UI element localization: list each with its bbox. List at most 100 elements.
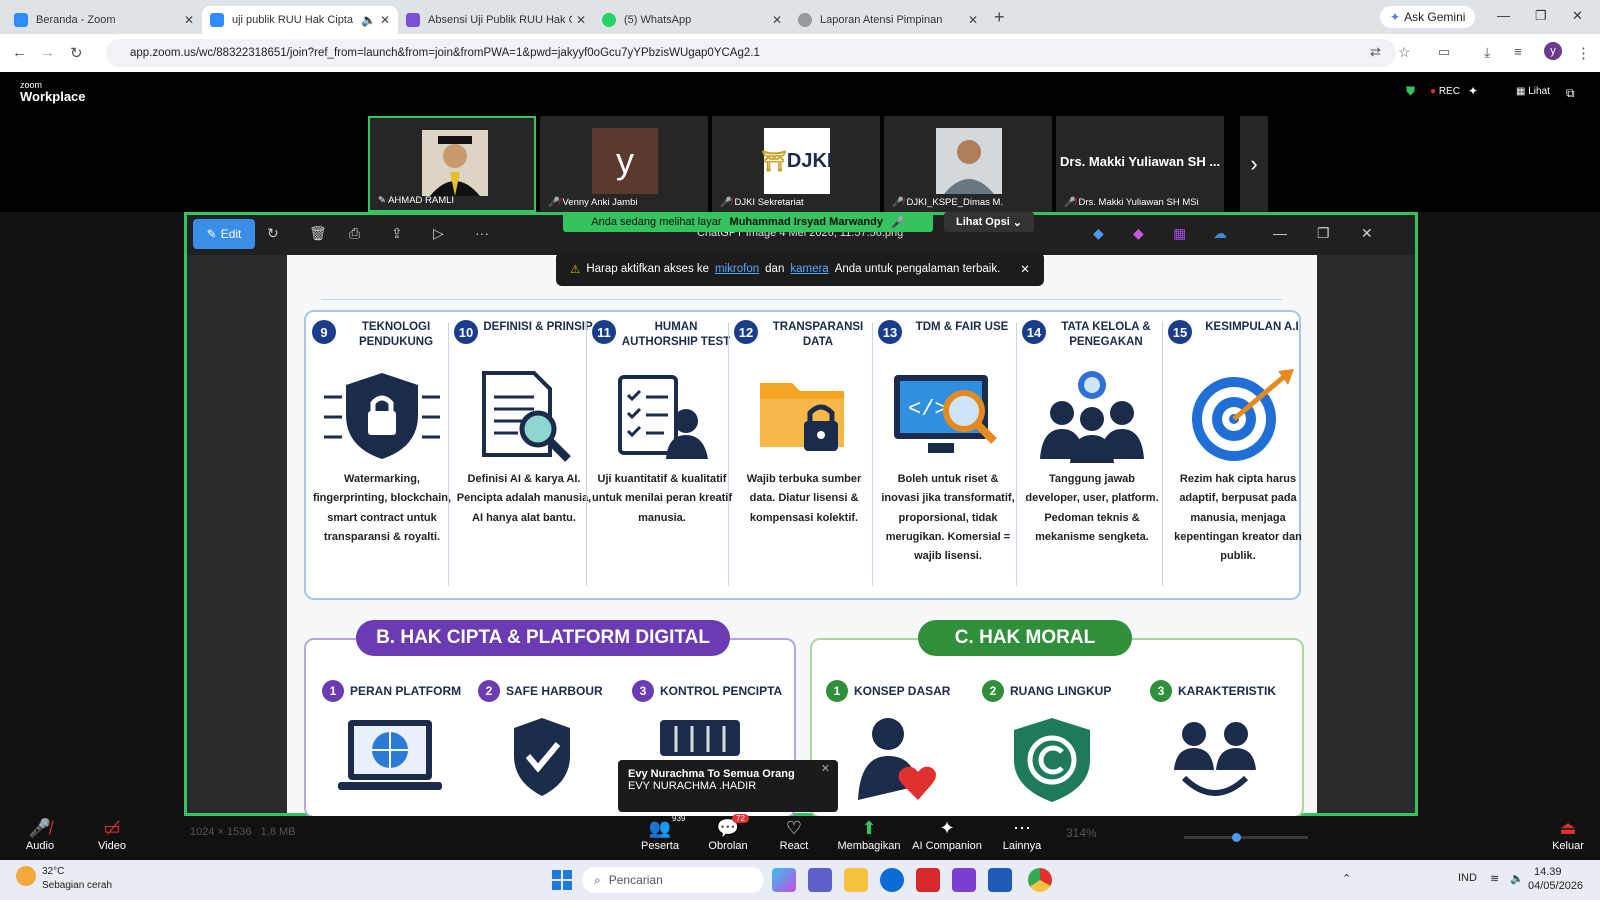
participant-tile[interactable]: Drs. Makki Yuliawan SH ... 🎤̸ Drs. Makki… bbox=[1056, 116, 1224, 212]
more-options-icon[interactable]: ··· bbox=[475, 225, 489, 241]
slideshow-icon[interactable]: ▷ bbox=[433, 225, 444, 242]
translate-icon[interactable]: ⇄ bbox=[1370, 44, 1381, 60]
close-warning-icon[interactable]: ✕ bbox=[1020, 262, 1030, 276]
app-icon[interactable]: ◆ bbox=[1093, 225, 1104, 242]
card-number: 11 bbox=[592, 320, 616, 344]
view-button[interactable]: ▦ Lihat bbox=[1516, 86, 1550, 97]
control-panel-icon bbox=[660, 720, 740, 756]
volume-icon[interactable]: 🔈 bbox=[1510, 872, 1524, 885]
hp-icon[interactable] bbox=[880, 868, 904, 892]
djki-logo: ⛩ DJKI bbox=[762, 128, 832, 194]
zoom-header bbox=[0, 72, 1600, 114]
popout-icon[interactable]: ⧉ bbox=[1566, 86, 1575, 101]
viewer-maximize-icon[interactable]: ❐ bbox=[1317, 225, 1330, 242]
ai-sparkle-icon[interactable]: ✦ bbox=[1468, 84, 1478, 98]
language-indicator[interactable]: IND bbox=[1458, 872, 1477, 884]
chat-notification[interactable]: Evy Nurachma To Semua Orang EVY NURACHMA… bbox=[618, 760, 838, 812]
svg-text:</>: </> bbox=[908, 397, 948, 422]
gemini-sparkle-icon: ✦ bbox=[1390, 10, 1401, 24]
word-icon[interactable] bbox=[988, 868, 1012, 892]
close-tab-icon[interactable]: ✕ bbox=[968, 13, 978, 27]
close-window-button[interactable]: ✕ bbox=[1572, 8, 1583, 24]
section-b-item: 3 KONTROL PENCIPTA bbox=[632, 680, 782, 702]
participant-tile[interactable]: ✎ AHMAD RAMLI bbox=[368, 116, 536, 212]
tab-uji-publik[interactable]: uji publik RUU Hak Cipta 🔈 ✕ bbox=[202, 6, 398, 34]
download-icon[interactable]: ⤓ bbox=[1484, 44, 1490, 61]
new-tab-button[interactable]: + bbox=[994, 7, 1005, 28]
weather-temp[interactable]: 32°C bbox=[42, 866, 64, 877]
clock-time[interactable]: 14.39 bbox=[1534, 866, 1562, 878]
forward-icon[interactable]: → bbox=[40, 44, 55, 61]
audio-button[interactable]: 🎤̸ Audio bbox=[0, 818, 80, 852]
view-options-button[interactable]: Lihat Opsi ⌄ bbox=[944, 212, 1034, 232]
app-icon[interactable]: ▦ bbox=[1173, 225, 1186, 242]
participant-avatar: y bbox=[592, 128, 658, 194]
audio-icon[interactable]: 🔈 bbox=[361, 13, 376, 27]
back-icon[interactable]: ← bbox=[12, 44, 27, 61]
microphone-link[interactable]: mikrofon bbox=[715, 263, 759, 275]
copilot-icon[interactable] bbox=[772, 868, 796, 892]
restore-window-button[interactable]: ❐ bbox=[1535, 8, 1547, 24]
zoom-logo: Workplace bbox=[20, 89, 86, 104]
ai-companion-button[interactable]: ✦ AI Companion bbox=[904, 818, 990, 852]
video-button[interactable]: ▭̸ Video bbox=[72, 818, 152, 852]
bookmark-star-icon[interactable]: ☆ bbox=[1398, 44, 1411, 61]
file-explorer-icon[interactable] bbox=[844, 868, 868, 892]
viewer-minimize-icon[interactable]: — bbox=[1273, 225, 1287, 241]
card-divider bbox=[872, 322, 873, 586]
rotate-icon[interactable]: ↻ bbox=[267, 225, 279, 242]
mic-icon: 🎤 bbox=[890, 216, 905, 229]
onedrive-icon[interactable]: ☁ bbox=[1213, 225, 1227, 242]
windows-start-icon[interactable] bbox=[552, 870, 572, 890]
share-screen-button[interactable]: ⬆ Membagikan bbox=[826, 818, 912, 852]
tab-absensi[interactable]: Absensi Uji Publik RUU Hak Cip ✕ bbox=[398, 6, 594, 34]
next-participants-button[interactable]: › bbox=[1240, 116, 1268, 212]
chrome-icon[interactable] bbox=[1028, 868, 1052, 892]
tab-beranda-zoom[interactable]: Beranda - Zoom ✕ bbox=[6, 6, 202, 34]
camera-link[interactable]: kamera bbox=[790, 263, 828, 275]
share-icon[interactable]: ⇪ bbox=[391, 225, 403, 242]
close-tab-icon[interactable]: ✕ bbox=[184, 13, 194, 27]
app-icon[interactable] bbox=[952, 868, 976, 892]
more-button[interactable]: ⋯ Lainnya bbox=[982, 818, 1062, 852]
app-icon[interactable]: ◆ bbox=[1133, 225, 1144, 242]
reload-icon[interactable]: ↻ bbox=[70, 44, 83, 62]
react-button[interactable]: ♡ React bbox=[754, 818, 834, 852]
checklist-person-icon bbox=[592, 360, 732, 470]
whatsapp-favicon-icon bbox=[602, 13, 616, 27]
tab-laporan[interactable]: Laporan Atensi Pimpinan ✕ bbox=[790, 6, 986, 34]
security-shield-icon[interactable]: ⛊ bbox=[1406, 84, 1415, 99]
participant-tile[interactable]: 🎤̸ DJKI_KSPE_Dimas M. bbox=[884, 116, 1052, 212]
recording-indicator[interactable]: ● REC bbox=[1430, 86, 1460, 97]
zoom-slider[interactable] bbox=[1184, 833, 1308, 842]
close-notification-icon[interactable]: ✕ bbox=[821, 762, 830, 775]
close-tab-icon[interactable]: ✕ bbox=[380, 13, 390, 27]
tab-whatsapp[interactable]: (5) WhatsApp ✕ bbox=[594, 6, 790, 34]
url-field[interactable]: app.zoom.us/wc/88322318651/join?ref_from… bbox=[106, 39, 1396, 67]
cast-icon[interactable]: ▭ bbox=[1438, 44, 1450, 60]
edit-button[interactable]: ✎ Edit bbox=[193, 219, 255, 249]
weather-icon[interactable] bbox=[16, 866, 36, 886]
clock-date[interactable]: 04/05/2026 bbox=[1528, 880, 1583, 892]
taskbar-search[interactable]: ⌕ Pencarian bbox=[582, 867, 764, 893]
people-cycle-icon bbox=[1174, 722, 1256, 796]
weather-desc[interactable]: Sebagian cerah bbox=[42, 880, 112, 891]
close-tab-icon[interactable]: ✕ bbox=[576, 13, 586, 27]
viewer-close-icon[interactable]: ✕ bbox=[1361, 225, 1373, 242]
teams-icon[interactable] bbox=[808, 868, 832, 892]
profile-avatar[interactable]: y bbox=[1544, 42, 1562, 60]
participant-tile[interactable]: y 🎤̸ Venny Anki Jambi bbox=[540, 116, 708, 212]
wps-icon[interactable] bbox=[916, 868, 940, 892]
ask-gemini-button[interactable]: ✦ Ask Gemini bbox=[1380, 6, 1476, 28]
delete-icon[interactable]: 🗑 bbox=[309, 225, 327, 242]
leave-button[interactable]: ⏏ Keluar bbox=[1528, 818, 1600, 852]
print-icon[interactable]: ⎙ bbox=[349, 225, 360, 242]
browser-menu-icon[interactable]: ⋮ bbox=[1576, 44, 1591, 62]
participant-tile[interactable]: ⛩ DJKI 🎤̸ DJKI Sekretariat bbox=[712, 116, 880, 212]
minimize-window-button[interactable]: — bbox=[1497, 8, 1510, 23]
media-icon[interactable]: ≡ bbox=[1514, 44, 1522, 59]
wifi-icon[interactable]: ≋ bbox=[1490, 872, 1499, 885]
tray-chevron-icon[interactable]: ⌃ bbox=[1342, 872, 1351, 885]
divider bbox=[321, 299, 1283, 300]
close-tab-icon[interactable]: ✕ bbox=[772, 13, 782, 27]
